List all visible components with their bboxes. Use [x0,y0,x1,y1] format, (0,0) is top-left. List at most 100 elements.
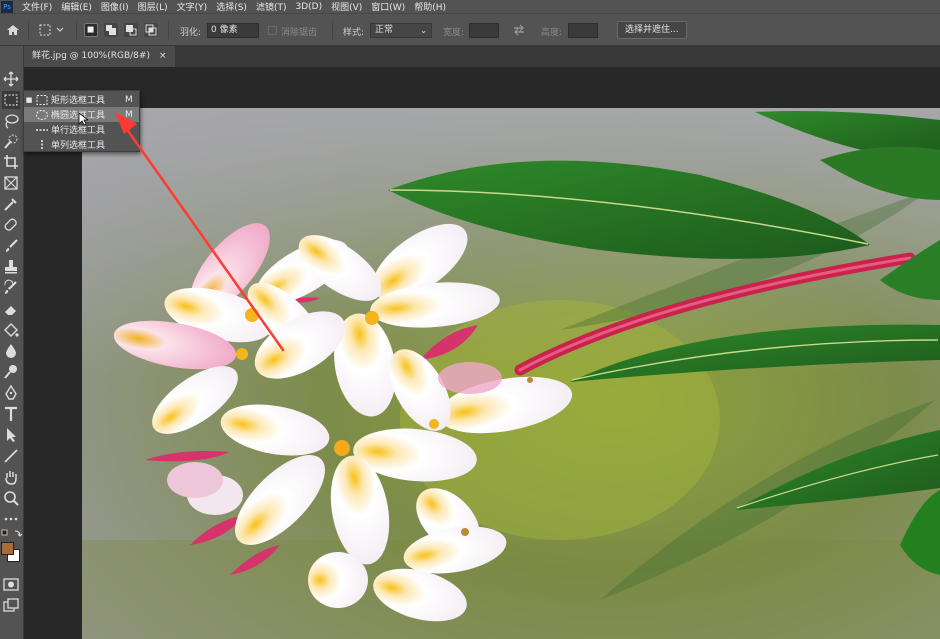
style-select[interactable]: 正常 ⌄ [370,23,432,38]
frame-tool[interactable] [2,174,20,192]
menu-type[interactable]: 文字(Y) [177,0,208,13]
new-selection-button[interactable] [84,23,98,37]
flyout-item-label: 单列选框工具 [51,141,106,151]
paint-bucket-icon [4,323,19,337]
add-selection-icon [106,25,116,35]
add-to-selection-button[interactable] [104,23,118,37]
intersect-selection-button[interactable] [144,23,158,37]
pen-icon [5,384,17,400]
swap-dimensions-icon[interactable] [512,24,526,36]
hand-icon [5,471,17,485]
brush-tool[interactable] [2,237,20,255]
tools-panel [0,46,24,639]
menu-layer[interactable]: 图层(L) [138,0,168,13]
document-tab-title: 鲜花.jpg @ 100%(RGB/8#) [32,51,150,61]
marquee-icon [4,94,18,106]
menu-select[interactable]: 选择(S) [216,0,247,13]
brush-icon [6,239,18,252]
marquee-tool[interactable] [2,91,20,109]
options-divider [168,21,169,39]
dodge-tool[interactable] [2,363,20,381]
menu-window[interactable]: 窗口(W) [371,0,405,13]
options-divider [28,21,29,39]
screen-mode-icon [3,598,19,612]
menu-help[interactable]: 帮助(H) [414,0,446,13]
shortcut-key: M [125,94,133,105]
paint-bucket-tool[interactable] [2,321,20,339]
options-divider [76,21,77,39]
type-tool[interactable] [2,405,20,423]
flyout-item-label: 矩形选框工具 [51,96,106,106]
more-tools-icon [4,517,18,521]
menu-filter[interactable]: 滤镜(T) [256,0,287,13]
height-label: 高度: [541,28,563,38]
foreground-color-swatch[interactable] [1,542,14,555]
flyout-item-single-column-marquee[interactable]: 单列选框工具 [24,137,139,152]
document-tab[interactable]: 鲜花.jpg @ 100%(RGB/8#) × [24,46,175,67]
quick-select-icon [4,134,18,149]
screen-mode-button[interactable] [2,596,20,614]
zoom-tool[interactable] [2,489,20,507]
hand-tool[interactable] [2,468,20,486]
flower-photo [82,108,940,639]
subtract-selection-icon [126,25,137,36]
menu-image[interactable]: 图像(I) [101,0,129,13]
intersect-selection-icon [145,24,157,36]
default-colors-icon[interactable] [1,529,23,539]
history-brush-tool[interactable] [2,279,20,297]
chevron-down-icon: ⌄ [420,26,427,35]
crop-tool[interactable] [2,153,20,171]
blur-tool[interactable] [2,342,20,360]
lasso-tool[interactable] [2,112,20,130]
eraser-tool[interactable] [2,300,20,318]
photoshop-logo-icon[interactable]: Ps [1,0,13,13]
options-bar: 羽化: 0 像素 消除锯齿 样式: 正常 ⌄ 宽度: 高度: 选择并遮住... [0,13,940,46]
move-tool[interactable] [2,70,20,88]
menu-3d[interactable]: 3D(D) [295,2,322,12]
document-tab-bar: 鲜花.jpg @ 100%(RGB/8#) × [24,46,940,67]
frame-icon [4,176,18,190]
menu-bar: Ps 文件(F) 编辑(E) 图像(I) 图层(L) 文字(Y) 选择(S) 滤… [0,0,940,13]
new-selection-icon [87,26,94,33]
single-row-marquee-icon [34,124,50,136]
menu-edit[interactable]: 编辑(E) [61,0,92,13]
width-input[interactable] [469,23,499,38]
line-tool[interactable] [2,447,20,465]
clone-stamp-icon [5,260,17,274]
path-select-tool[interactable] [2,426,20,444]
healing-brush-tool[interactable] [2,216,20,234]
type-icon [5,406,17,421]
menu-view[interactable]: 视图(V) [331,0,362,13]
flyout-item-rect-marquee[interactable]: ■ 矩形选框工具 M [24,92,139,107]
menu-file[interactable]: 文件(F) [22,0,52,13]
quick-mask-button[interactable] [2,575,20,593]
close-icon[interactable]: × [159,46,167,67]
subtract-selection-button[interactable] [124,23,138,37]
antialias-checkbox[interactable] [268,26,277,35]
home-icon[interactable] [6,23,20,37]
shortcut-key: M [125,109,133,120]
quick-select-tool[interactable] [2,132,20,150]
eyedropper-tool[interactable] [2,195,20,213]
pen-tool[interactable] [2,384,20,402]
more-tools-button[interactable] [2,510,20,528]
image-canvas[interactable] [82,108,940,639]
crop-icon [4,155,18,169]
dodge-icon [4,365,17,379]
style-label: 样式: [343,28,365,38]
width-label: 宽度: [443,28,465,38]
history-brush-icon [4,279,17,294]
eyedropper-icon [4,198,17,211]
style-select-value: 正常 [375,25,394,35]
options-divider [332,21,333,39]
eraser-icon [5,306,16,315]
feather-input[interactable]: 0 像素 [207,23,259,38]
quick-mask-icon [3,578,19,591]
select-and-mask-button[interactable]: 选择并遮住... [617,21,687,39]
clone-stamp-tool[interactable] [2,258,20,276]
height-input[interactable] [568,23,598,38]
tool-preset-picker[interactable] [37,22,69,38]
ellipse-marquee-icon [34,109,50,121]
path-select-icon [7,428,16,442]
healing-brush-icon [4,218,17,231]
